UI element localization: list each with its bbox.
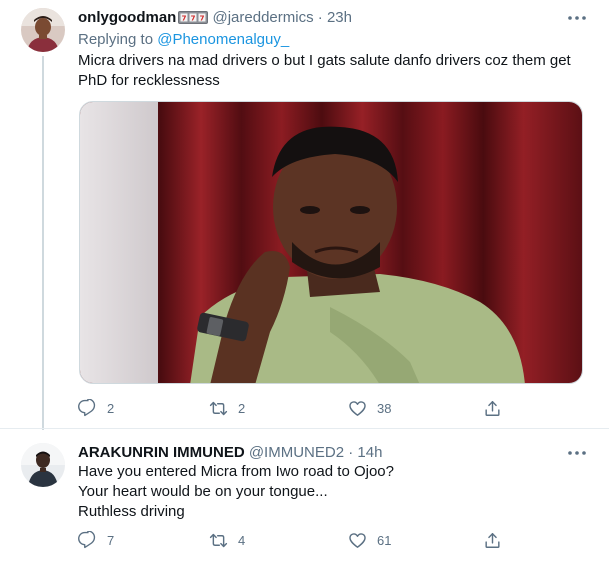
tweet[interactable]: ARAKUNRIN IMMUNED @IMMUNED2 · 14h Have y…: [0, 428, 609, 561]
like-count: 61: [377, 532, 392, 548]
retweet-count: 2: [238, 400, 246, 416]
tweet-text-line: Have you entered Micra from Iwo road to …: [78, 463, 394, 480]
user-handle[interactable]: @jareddermics: [213, 9, 314, 26]
tweet-text: Have you entered Micra from Iwo road to …: [78, 462, 583, 522]
svg-text:7: 7: [200, 15, 205, 23]
retweet-button[interactable]: 2: [209, 393, 245, 423]
retweet-icon: [209, 533, 228, 547]
heart-icon: [349, 532, 366, 548]
replying-to: Replying to @Phenomenalguy_: [78, 31, 289, 49]
separator-dot: ·: [348, 444, 354, 461]
more-options-icon[interactable]: [565, 8, 589, 28]
share-button[interactable]: [483, 393, 502, 423]
reply-icon: [78, 398, 96, 416]
tweet-text: Micra drivers na mad drivers o but I gat…: [78, 51, 583, 91]
reply-icon: [78, 530, 96, 548]
separator-dot: ·: [317, 9, 323, 26]
replying-to-label: Replying to: [78, 31, 154, 48]
tweet-actions: 2 2 38: [68, 393, 528, 423]
svg-text:7: 7: [182, 15, 187, 23]
avatar[interactable]: [21, 443, 65, 487]
display-name[interactable]: onlygoodman: [78, 9, 176, 26]
tweet-text-line: Your heart would be on your tongue...: [78, 483, 328, 500]
slot-machine-emoji-icon: 777: [178, 11, 209, 29]
tweet-text-line: Micra drivers na mad drivers o but I gat…: [78, 52, 571, 69]
reply-count: 7: [107, 532, 115, 548]
tweet-text-line: Ruthless driving: [78, 503, 185, 520]
share-icon: [485, 532, 500, 548]
share-button[interactable]: [483, 525, 502, 555]
user-handle[interactable]: @IMMUNED2: [249, 444, 344, 461]
timestamp[interactable]: 14h: [357, 444, 382, 461]
tweet-photo[interactable]: [79, 101, 583, 384]
tweet-header: onlygoodman 7 7 7 @jareddermics · 23h: [78, 9, 352, 29]
svg-text:7: 7: [191, 15, 196, 23]
tweet-text-line: PhD for recklessness: [78, 72, 220, 89]
retweet-count: 4: [238, 532, 246, 548]
tweet[interactable]: onlygoodman 7 7 7 @jareddermics · 23h Reply…: [0, 0, 609, 430]
retweet-button[interactable]: 4: [209, 525, 245, 555]
tweet-header: ARAKUNRIN IMMUNED @IMMUNED2 · 14h: [78, 444, 382, 462]
replying-to-handle-link[interactable]: @Phenomenalguy_: [157, 31, 289, 48]
like-button[interactable]: 61: [348, 525, 391, 555]
more-options-icon[interactable]: [565, 443, 589, 463]
heart-icon: [349, 400, 366, 416]
retweet-icon: [209, 401, 228, 415]
like-button[interactable]: 38: [348, 393, 391, 423]
reply-button[interactable]: 2: [78, 393, 114, 423]
like-count: 38: [377, 400, 392, 416]
timestamp[interactable]: 23h: [327, 9, 352, 26]
reply-count: 2: [107, 400, 115, 416]
tweet-actions: 7 4 61: [68, 525, 528, 555]
display-name[interactable]: ARAKUNRIN IMMUNED: [78, 444, 245, 461]
reply-button[interactable]: 7: [78, 525, 114, 555]
thread-connector-line: [42, 56, 44, 430]
share-icon: [485, 400, 500, 416]
avatar[interactable]: [21, 8, 65, 52]
